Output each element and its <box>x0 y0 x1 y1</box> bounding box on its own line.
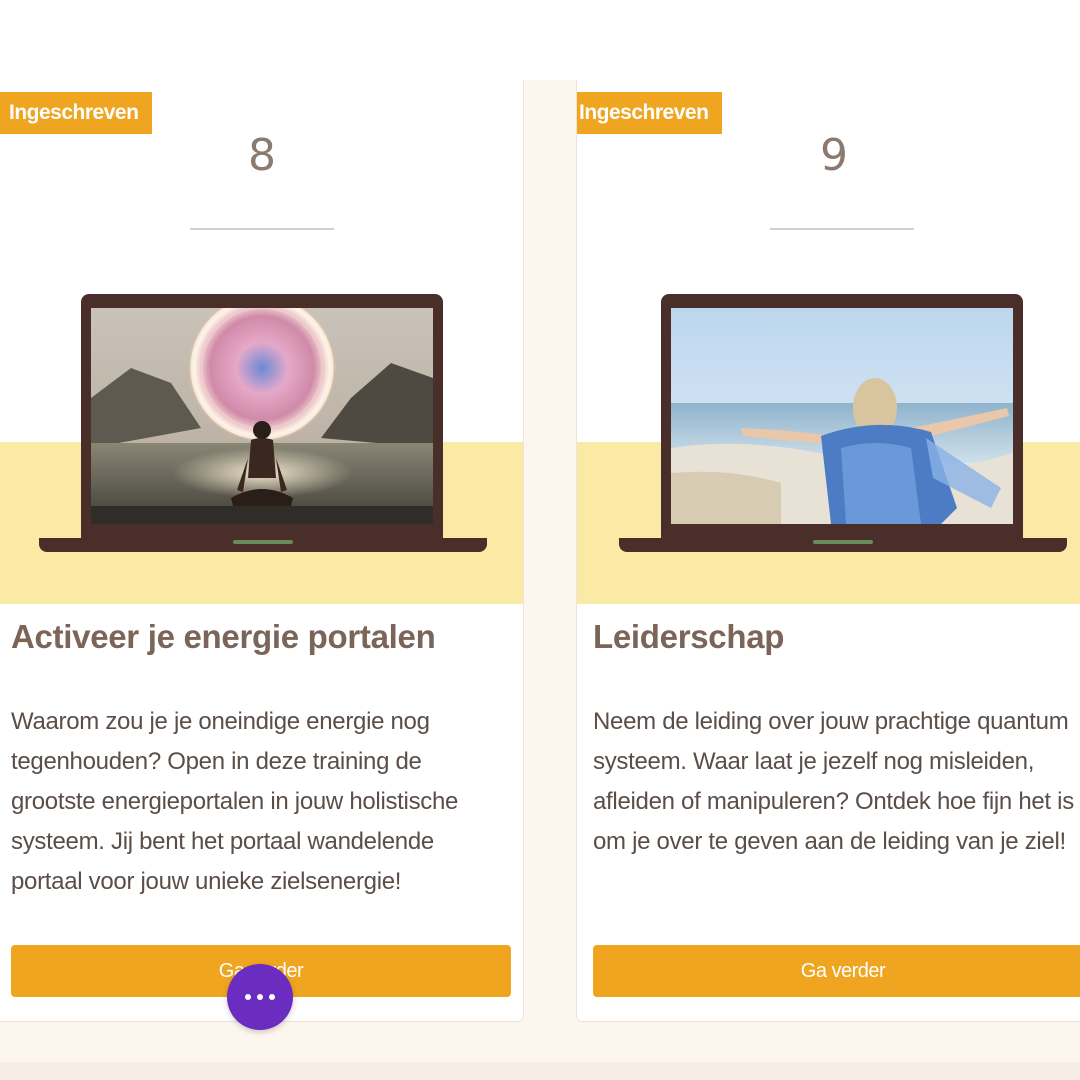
course-card-9: Ingeschreven 9 Leiderschap Neem de leidi… <box>576 80 1080 1022</box>
laptop-notch <box>233 540 293 544</box>
top-bar <box>0 0 1080 80</box>
more-dots-icon <box>245 994 251 1000</box>
course-card-8: Ingeschreven 8 Activeer je energie porta… <box>0 80 524 1022</box>
divider <box>190 228 334 230</box>
laptop-notch <box>813 540 873 544</box>
more-dots-icon <box>269 994 275 1000</box>
course-description: Waarom zou je je oneindige energie nog t… <box>11 708 459 895</box>
enrolled-badge: Ingeschreven <box>577 92 723 134</box>
meditation-energy-portal-image <box>91 308 433 524</box>
woman-beach-open-arms-image <box>671 308 1013 524</box>
laptop-lid <box>81 294 443 540</box>
course-title: Leiderschap <box>593 618 785 655</box>
continue-button[interactable]: Ga verder <box>593 945 1080 997</box>
course-number: 9 <box>820 130 848 181</box>
laptop-lid <box>661 294 1023 540</box>
more-options-button[interactable] <box>227 964 293 1030</box>
more-dots-icon <box>257 994 263 1000</box>
divider <box>770 228 914 230</box>
enrolled-badge: Ingeschreven <box>0 92 153 134</box>
course-number: 8 <box>248 130 276 181</box>
course-title: Activeer je energie portalen <box>11 618 436 655</box>
bottom-strip <box>0 1062 1080 1080</box>
course-description: Neem de leiding over jouw prachtige quan… <box>593 708 1074 855</box>
